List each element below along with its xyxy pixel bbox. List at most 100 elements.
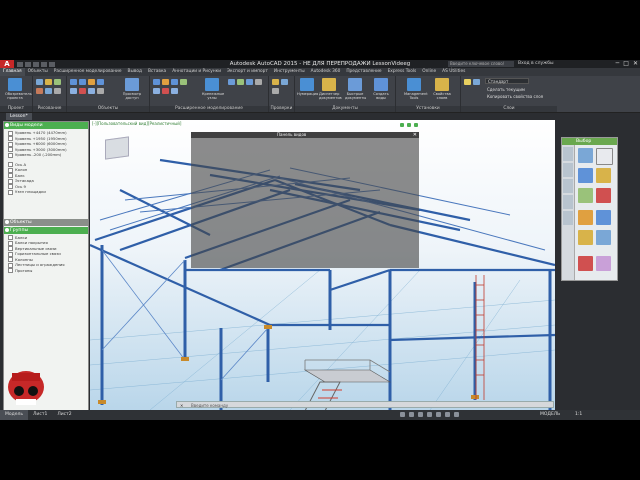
hole-icon[interactable] — [162, 88, 169, 94]
section-header-groups[interactable]: Группы — [4, 226, 88, 234]
anchor-icon[interactable] — [171, 88, 178, 94]
match-layer-button[interactable]: Копировать свойства слоя — [487, 94, 543, 99]
circle-icon[interactable] — [45, 79, 52, 85]
palette-tab-1[interactable] — [563, 147, 573, 161]
profile-tube-icon[interactable] — [578, 256, 593, 271]
profile-angle-icon[interactable] — [596, 230, 611, 245]
list-item[interactable]: Узел площадки — [8, 189, 86, 195]
tab-autodesk-360[interactable]: Autodesk 360 — [308, 68, 344, 76]
osnap-toggle-icon[interactable] — [436, 412, 441, 417]
open-icon[interactable] — [25, 61, 31, 67]
tab-as-utilities[interactable]: AS Utilities — [439, 68, 468, 76]
select-window-icon[interactable] — [596, 148, 613, 165]
layer-properties-button[interactable]: Свойства слоев — [432, 78, 452, 100]
gear-icon[interactable] — [5, 123, 9, 127]
overlay-close-icon[interactable]: ✕ — [413, 132, 417, 138]
save-icon[interactable] — [33, 61, 39, 67]
section-header-objects[interactable]: Объекты — [4, 218, 88, 226]
annotation-scale[interactable]: 1:1 — [575, 410, 582, 420]
quick-docs-button[interactable]: Быстрые документы — [345, 78, 366, 100]
hatch-icon[interactable] — [54, 88, 61, 94]
sign-in-button[interactable]: Вход в службы — [518, 60, 554, 68]
snap-toggle-icon[interactable] — [409, 412, 414, 417]
maximize-button[interactable]: □ — [623, 60, 629, 68]
tab-annotations[interactable]: Аннотации и Рисунки — [169, 68, 224, 76]
mirror-icon[interactable] — [255, 79, 262, 85]
management-tools-button[interactable]: Management Tools — [404, 78, 428, 100]
weld-icon[interactable] — [180, 79, 187, 85]
profile-i-icon[interactable] — [578, 210, 593, 225]
tab-advanced-modeling[interactable]: Расширенное моделирование — [51, 68, 125, 76]
view-panel-overlay[interactable]: Панель видов ✕ — [191, 132, 419, 268]
beam-view-button[interactable]: Просмотр доступ — [122, 78, 142, 100]
document-manager-button[interactable]: Диспетчер документов — [319, 78, 342, 100]
connections-button[interactable]: Крепежные узлы — [202, 78, 224, 100]
profile-channel-icon[interactable] — [578, 230, 593, 245]
select-columns-icon[interactable] — [596, 168, 611, 183]
close-button[interactable]: ✕ — [633, 60, 638, 68]
railing-icon[interactable] — [88, 88, 95, 94]
copy-icon[interactable] — [228, 79, 235, 85]
undo-icon[interactable] — [41, 61, 47, 67]
tab-objects[interactable]: Объекты — [25, 68, 51, 76]
check-icon[interactable] — [272, 79, 279, 85]
beam-icon[interactable] — [79, 79, 86, 85]
select-beams-icon[interactable] — [578, 168, 593, 183]
tab-layout2[interactable]: Лист2 — [52, 410, 76, 420]
minimize-button[interactable]: ─ — [616, 60, 620, 68]
ortho-toggle-icon[interactable] — [418, 412, 423, 417]
autocad-logo-icon[interactable]: A — [0, 60, 14, 68]
gear-icon[interactable] — [5, 227, 9, 232]
tab-home[interactable]: Главная — [0, 68, 25, 76]
grid-icon[interactable] — [97, 88, 104, 94]
stair-icon[interactable] — [79, 88, 86, 94]
select-connections-icon[interactable] — [596, 188, 611, 203]
drawing-viewport[interactable]: [-][Пользовательский вид][Реалистичный] — [90, 120, 555, 410]
document-tab-lesson[interactable]: Lesson* — [6, 113, 32, 120]
tab-view[interactable]: Представление — [343, 68, 384, 76]
joint-icon[interactable] — [153, 79, 160, 85]
command-line-input[interactable]: ✕ Введите команду — [176, 401, 554, 408]
palette-tab-2[interactable] — [563, 163, 573, 177]
close-icon[interactable]: ✕ — [180, 402, 183, 409]
audit-icon[interactable] — [281, 79, 288, 85]
new-icon[interactable] — [17, 61, 23, 67]
rectangle-icon[interactable] — [36, 88, 43, 94]
layer-dropdown[interactable]: Стандарт — [485, 78, 529, 84]
palette-tab-5[interactable] — [563, 211, 573, 225]
line-icon[interactable] — [36, 79, 43, 85]
select-similar-icon[interactable] — [578, 148, 593, 163]
tab-layout1[interactable]: Лист1 — [28, 410, 52, 420]
rotate-icon[interactable] — [246, 79, 253, 85]
list-item[interactable]: Прогоны — [8, 268, 86, 273]
arc-icon[interactable] — [54, 79, 61, 85]
tab-tools[interactable]: Инструменты — [271, 68, 308, 76]
tab-online[interactable]: Online — [419, 68, 439, 76]
shorten-icon[interactable] — [171, 79, 178, 85]
tab-model[interactable]: Модель — [0, 410, 29, 420]
layer-on-icon[interactable] — [464, 79, 471, 85]
polar-toggle-icon[interactable] — [427, 412, 432, 417]
redo-icon[interactable] — [49, 61, 55, 67]
lineweight-toggle-icon[interactable] — [454, 412, 459, 417]
layer-freeze-icon[interactable] — [473, 79, 480, 85]
tab-insert[interactable]: Вставка — [145, 68, 169, 76]
create-views-button[interactable]: Создать виды — [371, 78, 391, 100]
model-space-label[interactable]: МОДЕЛЬ — [540, 410, 560, 420]
move-icon[interactable] — [237, 79, 244, 85]
select-plates-icon[interactable] — [578, 188, 593, 203]
bolt-icon[interactable] — [153, 88, 160, 94]
otrack-toggle-icon[interactable] — [445, 412, 450, 417]
column-icon[interactable] — [70, 79, 77, 85]
profile-special-icon[interactable] — [596, 256, 611, 271]
profile-h-icon[interactable] — [596, 210, 611, 225]
project-browser-button[interactable]: Обозреватель проекта — [5, 78, 32, 100]
polyline-icon[interactable] — [45, 88, 52, 94]
search-input[interactable]: Введите ключевое слово/фразу — [448, 61, 514, 72]
palette-tab-3[interactable] — [563, 179, 573, 193]
bracing-icon[interactable] — [97, 79, 104, 85]
tab-express-tools[interactable]: Express Tools — [385, 68, 420, 76]
numbering-button[interactable]: Нумерация — [297, 78, 318, 96]
cut-icon[interactable] — [162, 79, 169, 85]
tab-export-import[interactable]: Экспорт и импорт — [224, 68, 271, 76]
